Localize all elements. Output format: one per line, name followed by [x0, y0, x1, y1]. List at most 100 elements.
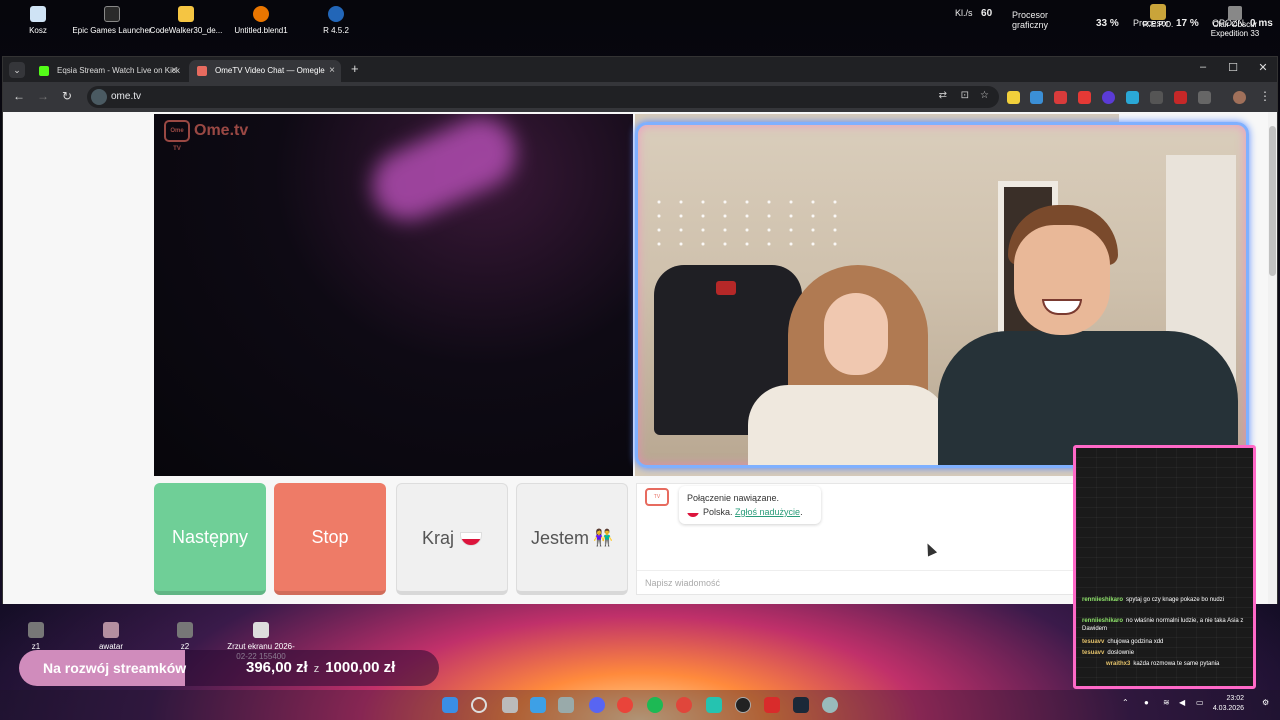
woman-sweater	[748, 385, 948, 465]
steam-icon[interactable]	[793, 697, 809, 713]
person-man	[938, 205, 1238, 465]
desktop-icon-clair-obscur[interactable]: Clair Obscur Expedition 33	[1204, 6, 1266, 38]
maximize-button[interactable]: ☐	[1223, 61, 1243, 74]
widgets-icon[interactable]	[530, 697, 546, 713]
extensions-puzzle-icon[interactable]	[1198, 91, 1211, 104]
battery-icon[interactable]: ▭	[1196, 698, 1204, 707]
next-button[interactable]: Następny	[154, 483, 266, 595]
wifi-icon[interactable]: ≋	[1163, 698, 1170, 707]
gender-button[interactable]: Jestem 👫	[516, 483, 628, 595]
page-scrollbar[interactable]	[1268, 112, 1277, 604]
desktop-icon-z2[interactable]: z2	[153, 620, 217, 652]
browser-menu-button[interactable]: ⋮	[1257, 89, 1273, 103]
tray-overflow-icon[interactable]: ⌃	[1122, 698, 1129, 707]
ometv-favicon-icon	[197, 66, 207, 76]
donation-amount: 396,00 zł z 1000,00 zł	[246, 650, 395, 686]
app-icon[interactable]	[706, 697, 722, 713]
start-icon[interactable]	[442, 697, 458, 713]
extension-w-icon[interactable]	[1007, 91, 1020, 104]
install-app-icon[interactable]: ⊡	[961, 90, 969, 101]
extension-record-icon[interactable]	[1078, 91, 1091, 104]
taskbar-clock[interactable]: 23:02 4.03.2026	[1213, 694, 1244, 714]
stop-button[interactable]: Stop	[274, 483, 386, 595]
minimize-button[interactable]: –	[1193, 61, 1213, 73]
close-tab-icon[interactable]: ×	[329, 60, 335, 82]
gender-button-label: Jestem	[531, 528, 590, 548]
close-window-button[interactable]: ✕	[1253, 61, 1273, 74]
woman-face	[824, 293, 888, 375]
tab-kick[interactable]: Eqsia Stream - Watch Live on Kick ×	[31, 60, 183, 82]
desktop-icon-epic-games[interactable]: Epic Games Launcher	[70, 4, 154, 36]
extension-badge-icon[interactable]	[1102, 91, 1115, 104]
chat-message-input[interactable]: Napisz wiadomość	[637, 570, 1075, 594]
desktop-icon-awatar[interactable]: awatar	[79, 620, 143, 652]
chat-message: wraithx3 każda rozmowa te same pytania	[1106, 660, 1251, 668]
extension-pen-icon[interactable]	[1150, 91, 1163, 104]
extension-m-icon[interactable]	[1126, 91, 1139, 104]
webcam-frame	[635, 122, 1249, 468]
fps-value: 60	[981, 8, 993, 19]
gpu-label: Procesor graficzny	[1012, 10, 1049, 30]
forward-button[interactable]: →	[35, 89, 51, 103]
site-info-icon[interactable]	[91, 89, 107, 105]
volume-icon[interactable]: ◀	[1179, 698, 1185, 707]
profile-avatar[interactable]	[1233, 91, 1246, 104]
desktop-icon-label: Kosz	[29, 26, 47, 35]
clock-date: 4.03.2026	[1212, 705, 1244, 712]
desktop-icon-codewalker[interactable]: CodeWalker30_de...	[144, 4, 228, 36]
screenshot-icon	[253, 622, 269, 638]
desktop-icon-r[interactable]: R 4.5.2	[294, 4, 378, 36]
desktop-icon-recycle-bin[interactable]: Kosz	[0, 4, 80, 36]
chrome-icon[interactable]	[617, 697, 633, 713]
translate-icon[interactable]: ⇄	[939, 90, 947, 101]
epic-games-icon	[104, 6, 120, 22]
poland-flag-small-icon	[687, 508, 699, 517]
donation-goal-bar: Na rozwój streamków 396,00 zł z 1000,00 zł	[19, 650, 439, 686]
app-dark-icon[interactable]	[735, 697, 751, 713]
kick-favicon-icon	[39, 66, 49, 76]
fairy-lights	[648, 195, 848, 255]
connected-text: Połączenie nawiązane.	[687, 493, 780, 503]
app-red-icon[interactable]	[764, 697, 780, 713]
desktop-icon-repo[interactable]: R.E.P.O.	[1138, 4, 1178, 29]
donation-current: 396,00 zł	[246, 659, 308, 676]
notifications-icon[interactable]: ⚙	[1262, 698, 1269, 707]
repo-game-icon	[1150, 4, 1166, 20]
chat-nick: renniieshikaro	[1082, 618, 1124, 624]
scrollbar-thumb[interactable]	[1269, 126, 1276, 276]
desktop-icon-z1[interactable]: z1	[4, 620, 68, 652]
chat-text: każda rozmowa te same pytania	[1133, 661, 1220, 667]
extension-abp-icon[interactable]	[1054, 91, 1067, 104]
new-tab-button[interactable]: +	[351, 61, 359, 76]
settings-icon[interactable]	[822, 697, 838, 713]
discord-icon[interactable]	[589, 697, 605, 713]
address-bar[interactable]: ome.tv ⇄ ⊡ ☆	[87, 86, 999, 108]
tab-search-button[interactable]: ⌄	[9, 62, 25, 78]
desktop-icon-label: Epic Games Launcher	[72, 26, 152, 35]
desktop-icon-label: Clair Obscur Expedition 33	[1210, 20, 1260, 38]
extension-tag-icon[interactable]	[1174, 91, 1187, 104]
tab-ometv[interactable]: OmeTV Video Chat — Omegle ×	[189, 60, 341, 82]
extension-translate-icon[interactable]	[1030, 91, 1043, 104]
task-view-icon[interactable]	[502, 697, 518, 713]
bookmark-star-icon[interactable]: ☆	[980, 90, 989, 101]
gpu-value: 33 %	[1096, 18, 1119, 29]
desktop-icon-label: CodeWalker30_de...	[149, 26, 223, 35]
country-text: Polska.	[703, 507, 733, 517]
man-face	[1014, 225, 1110, 335]
obs-icon[interactable]	[676, 697, 692, 713]
microphone-icon[interactable]: ●	[1144, 698, 1149, 707]
close-tab-icon[interactable]: ×	[171, 60, 177, 82]
spotify-icon[interactable]	[647, 697, 663, 713]
browser-toolbar: ← → ↻ ome.tv ⇄ ⊡ ☆ ⋮	[3, 82, 1277, 112]
reload-button[interactable]: ↻	[59, 89, 75, 103]
snipping-tool-icon[interactable]	[558, 697, 574, 713]
desktop-icon-blend[interactable]: Untitled.blend1	[219, 4, 303, 36]
poland-flag-icon	[460, 532, 482, 547]
r-icon	[328, 6, 344, 22]
chat-message: tesuavv chujowa godzina xdd	[1082, 638, 1250, 646]
search-icon[interactable]	[471, 697, 487, 713]
report-abuse-link[interactable]: Zgłoś nadużycie	[735, 507, 800, 517]
back-button[interactable]: ←	[11, 89, 27, 103]
country-button[interactable]: Kraj	[396, 483, 508, 595]
